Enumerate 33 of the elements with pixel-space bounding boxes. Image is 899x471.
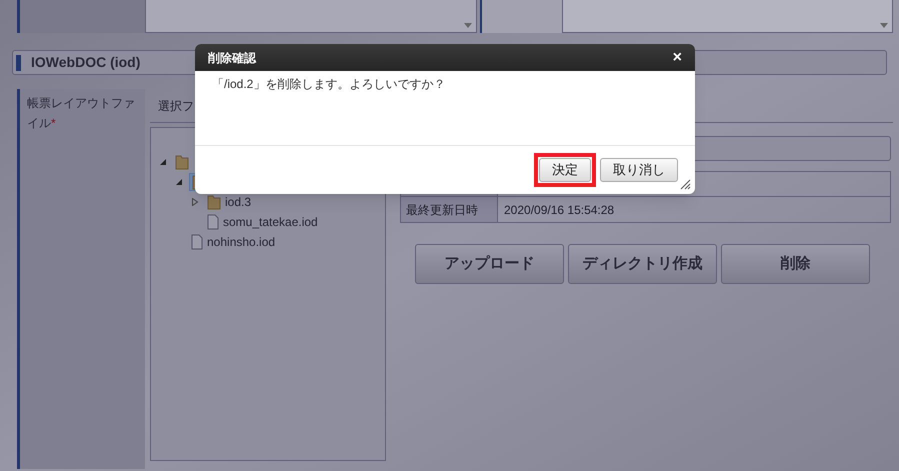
action-button[interactable]: ディレクトリ作成 — [568, 244, 717, 284]
tree-node-label: iod.3 — [225, 194, 252, 211]
dialog-button[interactable]: 取り消し — [600, 158, 678, 182]
folder-icon — [175, 154, 189, 170]
resize-grip-icon[interactable] — [680, 179, 691, 190]
action-button[interactable]: 削除 — [721, 244, 870, 284]
dialog-title: 削除確認 — [208, 50, 256, 66]
tree-node[interactable] — [173, 154, 191, 170]
text-area[interactable] — [145, 0, 477, 33]
table-header-cell: 最終更新日時 — [401, 197, 498, 222]
action-button[interactable]: アップロード — [415, 244, 564, 284]
file-icon — [207, 214, 219, 230]
section-marker — [16, 54, 21, 70]
dialog-message: 「/iod.2」を削除します。よろしいですか？ — [211, 76, 446, 93]
tree-node[interactable]: nohinsho.iod — [189, 233, 278, 251]
dropdown-arrow-icon — [880, 23, 888, 28]
expanded-triangle-icon[interactable] — [175, 178, 183, 186]
expanded-triangle-icon[interactable] — [159, 158, 167, 166]
text-area[interactable] — [562, 0, 893, 33]
file-icon — [191, 234, 203, 250]
section-title: IOWebDOC (iod) — [31, 53, 140, 72]
table-cell-text: 2020/09/16 15:54:28 — [503, 202, 614, 218]
panel-title: 選択フ — [158, 98, 194, 114]
tree-node[interactable]: iod.3 — [205, 193, 254, 211]
folder-icon — [207, 194, 221, 210]
tree-node-label: somu_tatekae.iod — [223, 214, 318, 231]
dropdown-arrow-icon — [464, 23, 472, 28]
close-button[interactable]: × — [672, 50, 682, 66]
collapsed-triangle-icon[interactable] — [191, 198, 199, 206]
tree-node-label: nohinsho.iod — [207, 234, 276, 251]
tree-node[interactable]: somu_tatekae.iod — [205, 213, 320, 231]
field-label: 帳票レイアウトファイル* — [27, 96, 135, 130]
dialog-button[interactable]: 決定 — [539, 158, 591, 182]
